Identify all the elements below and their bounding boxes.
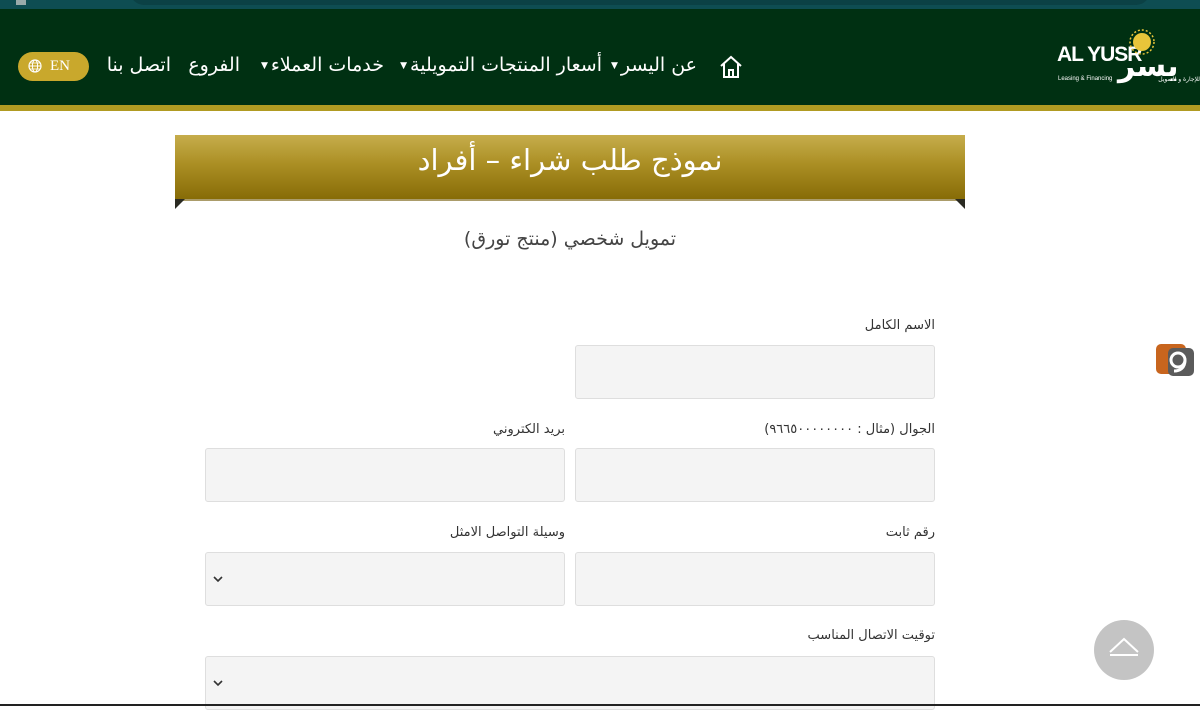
nav-item-contact-label: اتصل بنا — [106, 54, 171, 76]
chevron-down-icon — [213, 576, 223, 583]
contact-time-select[interactable] — [205, 656, 935, 710]
mobile-label: الجوال (مثال : ٩٦٦٥٠٠٠٠٠٠٠٠) — [764, 422, 935, 437]
nav-item-customer-services-label: خدمات العملاء — [270, 54, 384, 76]
site-logo[interactable]: AL YUSR Leasing & Financing يسر للإجارة … — [1055, 25, 1200, 99]
nav-item-contact[interactable]: اتصل بنا — [107, 54, 171, 76]
top-strip-marker — [16, 0, 26, 5]
nav-item-product-prices-label: أسعار المنتجات التمويلية — [410, 54, 602, 76]
full-name-field[interactable] — [575, 345, 935, 399]
nav-item-customer-services[interactable]: خدمات العملاء▼ — [261, 54, 384, 76]
nav-item-product-prices[interactable]: أسعار المنتجات التمويلية▼ — [400, 54, 602, 76]
page-title: نموذج طلب شراء – أفراد — [417, 143, 723, 177]
globe-icon — [28, 59, 42, 73]
language-button[interactable]: EN — [18, 52, 89, 81]
mobile-field[interactable] — [575, 448, 935, 502]
chevron-down-icon — [213, 680, 223, 687]
home-icon[interactable] — [718, 54, 744, 80]
banner-corner-right — [955, 199, 965, 209]
nav-item-branches[interactable]: الفروع — [188, 54, 240, 76]
nav-item-branches-label: الفروع — [188, 54, 240, 76]
nav-item-about[interactable]: عن اليسر▼ — [611, 54, 697, 76]
logo-tagline-ar: للإجارة و التمويل — [1158, 76, 1200, 83]
contact-method-select[interactable] — [205, 552, 565, 606]
full-name-label: الاسم الكامل — [864, 318, 935, 333]
chevron-down-icon: ▼ — [611, 60, 618, 71]
page-subtitle: تمويل شخصي (منتج تورق) — [463, 228, 677, 250]
email-label: بريد الكتروني — [493, 422, 565, 437]
header-gold-line — [0, 105, 1200, 111]
chevron-up-icon — [1109, 637, 1139, 656]
chevron-down-icon: ▼ — [260, 60, 268, 71]
landline-field[interactable] — [575, 552, 935, 606]
landline-label: رقم ثابت — [885, 525, 935, 540]
chevron-down-icon: ▼ — [400, 60, 408, 71]
contact-method-label: وسيلة التواصل الامثل — [449, 525, 565, 540]
banner-underline — [175, 199, 965, 201]
scroll-to-top-button[interactable] — [1094, 620, 1154, 680]
site-header: AL YUSR Leasing & Financing يسر للإجارة … — [0, 9, 1200, 105]
top-strip — [0, 0, 1200, 9]
logo-tagline-en: Leasing & Financing — [1058, 76, 1113, 82]
language-label: EN — [50, 58, 70, 74]
contact-time-label: توقيت الاتصال المناسب — [807, 628, 935, 643]
floating-widget-icon[interactable] — [1154, 338, 1194, 378]
nav-item-about-label: عن اليسر — [620, 54, 697, 76]
email-field[interactable] — [205, 448, 565, 502]
banner-corner-left — [175, 199, 185, 209]
page-title-banner: نموذج طلب شراء – أفراد — [175, 135, 965, 199]
top-strip-bar — [130, 0, 1150, 5]
